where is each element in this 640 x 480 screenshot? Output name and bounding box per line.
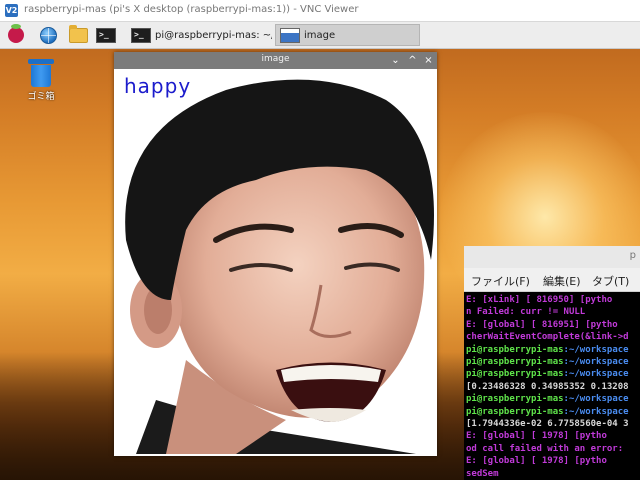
terminal-line: E: [global] [ 1978] [pytho [466, 431, 607, 442]
taskbar-item-label: pi@raspberrypi-mas: ~/wo... [155, 29, 272, 41]
prompt-path: :~/workspace [563, 357, 629, 368]
terminal-line: od call failed with an error: [466, 443, 624, 454]
terminal-line: pi@raspberrypi-mas:~/workspace [466, 368, 640, 380]
terminal-line: [0.23486328 0.34985352 0.13208 [466, 381, 629, 392]
terminal-line: E: [xLink] [ 816950] [pytho [466, 295, 613, 305]
prompt-path: :~/workspace [563, 406, 629, 417]
menu-edit[interactable]: 編集(E) [543, 273, 581, 289]
terminal-launcher-button[interactable]: >_ [94, 24, 118, 46]
taskbar: >_ >_ pi@raspberrypi-mas: ~/wo... image [0, 22, 640, 49]
terminal-window: p ファイル(F) 編集(E) タブ(T) E: [xLink] [ 81695… [464, 246, 640, 480]
vnc-titlebar: V2 raspberrypi-mas (pi's X desktop (rasp… [0, 0, 640, 22]
emotion-label: happy [124, 74, 192, 98]
prompt-user: pi@raspberrypi-mas [466, 344, 564, 355]
image-window-titlebar[interactable]: image ⌄ ^ × [114, 52, 437, 69]
laughing-face-photo [116, 70, 435, 454]
trash-icon [28, 59, 54, 87]
image-window: image ⌄ ^ × happy [114, 52, 437, 456]
prompt-user: pi@raspberrypi-mas [466, 357, 564, 368]
terminal-line: E: [global] [ 1978] [pytho [466, 456, 607, 467]
terminal-line: E: [global] [ 816951] [pytho [466, 319, 618, 330]
terminal-line: [1.7944336e-02 6.7758560e-04 3 [466, 419, 629, 430]
terminal-icon: >_ [131, 27, 151, 43]
prompt-path: :~/workspace [563, 369, 629, 380]
terminal-line: sedSem [466, 468, 499, 479]
terminal-line: n Failed: curr != NULL [466, 307, 586, 318]
desktop: >_ >_ pi@raspberrypi-mas: ~/wo... image … [0, 22, 640, 480]
close-button[interactable]: × [422, 54, 435, 67]
terminal-title: p [629, 250, 636, 261]
web-browser-button[interactable] [36, 24, 60, 46]
image-canvas: happy [116, 70, 435, 454]
raspberry-menu-button[interactable] [4, 24, 28, 46]
taskbar-item-label: image [304, 29, 336, 41]
terminal-output[interactable]: E: [xLink] [ 816950] [pytho n Failed: cur… [466, 294, 640, 480]
file-manager-icon [68, 24, 88, 43]
prompt-user: pi@raspberrypi-mas [466, 406, 564, 417]
web-browser-icon [39, 26, 57, 44]
image-window-icon [280, 27, 300, 43]
taskbar-item-terminal[interactable]: >_ pi@raspberrypi-mas: ~/wo... [127, 24, 272, 46]
trash-label: ゴミ箱 [27, 92, 55, 102]
terminal-line: cherWaitEventComplete(&link->d [466, 332, 629, 343]
menu-file[interactable]: ファイル(F) [471, 273, 530, 289]
terminal-icon: >_ [96, 27, 116, 43]
terminal-menubar: ファイル(F) 編集(E) タブ(T) [464, 268, 640, 292]
terminal-line: pi@raspberrypi-mas:~/workspace [466, 356, 640, 368]
raspberry-menu-icon [8, 24, 24, 43]
prompt-path: :~/workspace [563, 394, 629, 405]
vnc-logo-icon: V2 [5, 4, 18, 17]
file-manager-button[interactable] [66, 24, 90, 46]
desktop-trash[interactable]: ゴミ箱 [16, 59, 66, 102]
maximize-button[interactable]: ^ [406, 54, 419, 67]
taskbar-item-image[interactable]: image [275, 24, 420, 46]
prompt-user: pi@raspberrypi-mas [466, 369, 564, 380]
terminal-line: pi@raspberrypi-mas:~/workspace [466, 406, 640, 418]
terminal-titlebar[interactable]: p [464, 246, 640, 268]
prompt-user: pi@raspberrypi-mas [466, 394, 564, 405]
terminal-line: pi@raspberrypi-mas:~/workspace [466, 393, 640, 405]
minimize-button[interactable]: ⌄ [389, 54, 402, 67]
terminal-line: pi@raspberrypi-mas:~/workspace [466, 344, 640, 356]
vnc-window-title: raspberrypi-mas (pi's X desktop (raspber… [24, 4, 359, 15]
prompt-path: :~/workspace [563, 344, 629, 355]
menu-tabs[interactable]: タブ(T) [592, 273, 629, 289]
